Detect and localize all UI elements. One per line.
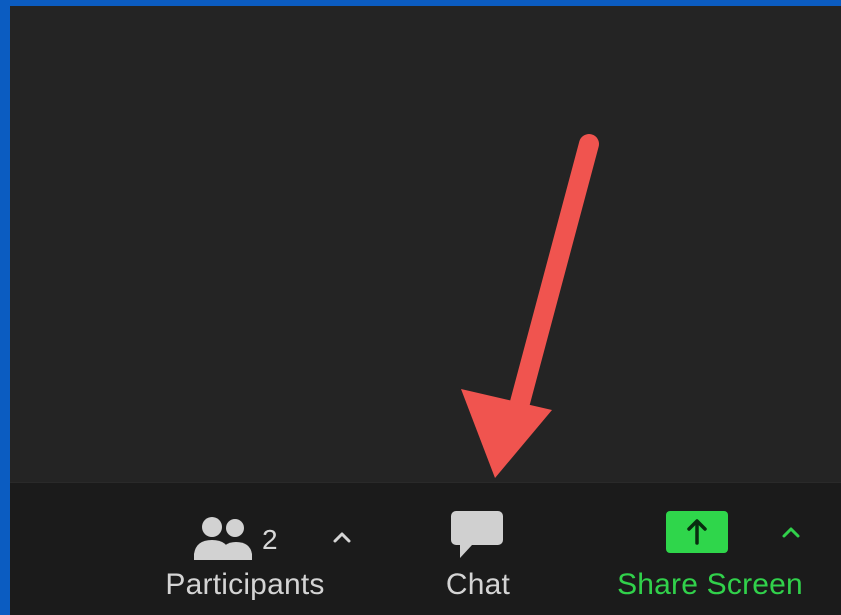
participants-button[interactable]: 2 Participants (130, 501, 360, 600)
window-frame: 2 Participants Chat Share Screen (0, 0, 841, 615)
share-screen-chevron-up-icon[interactable] (776, 520, 806, 544)
chat-bubble-icon (447, 509, 507, 561)
chevron-up-icon[interactable] (327, 525, 357, 549)
meeting-view (10, 6, 841, 482)
share-screen-up-arrow-icon (664, 509, 730, 555)
share-screen-label: Share Screen (617, 568, 803, 601)
chat-label: Chat (445, 568, 511, 601)
meeting-toolbar: 2 Participants Chat Share Screen (10, 482, 841, 615)
participants-label: Participants (165, 568, 325, 601)
share-screen-button[interactable]: Share Screen (590, 501, 830, 600)
participants-count: 2 (262, 524, 278, 555)
participants-icon (190, 515, 254, 563)
chat-button[interactable]: Chat (428, 501, 528, 600)
